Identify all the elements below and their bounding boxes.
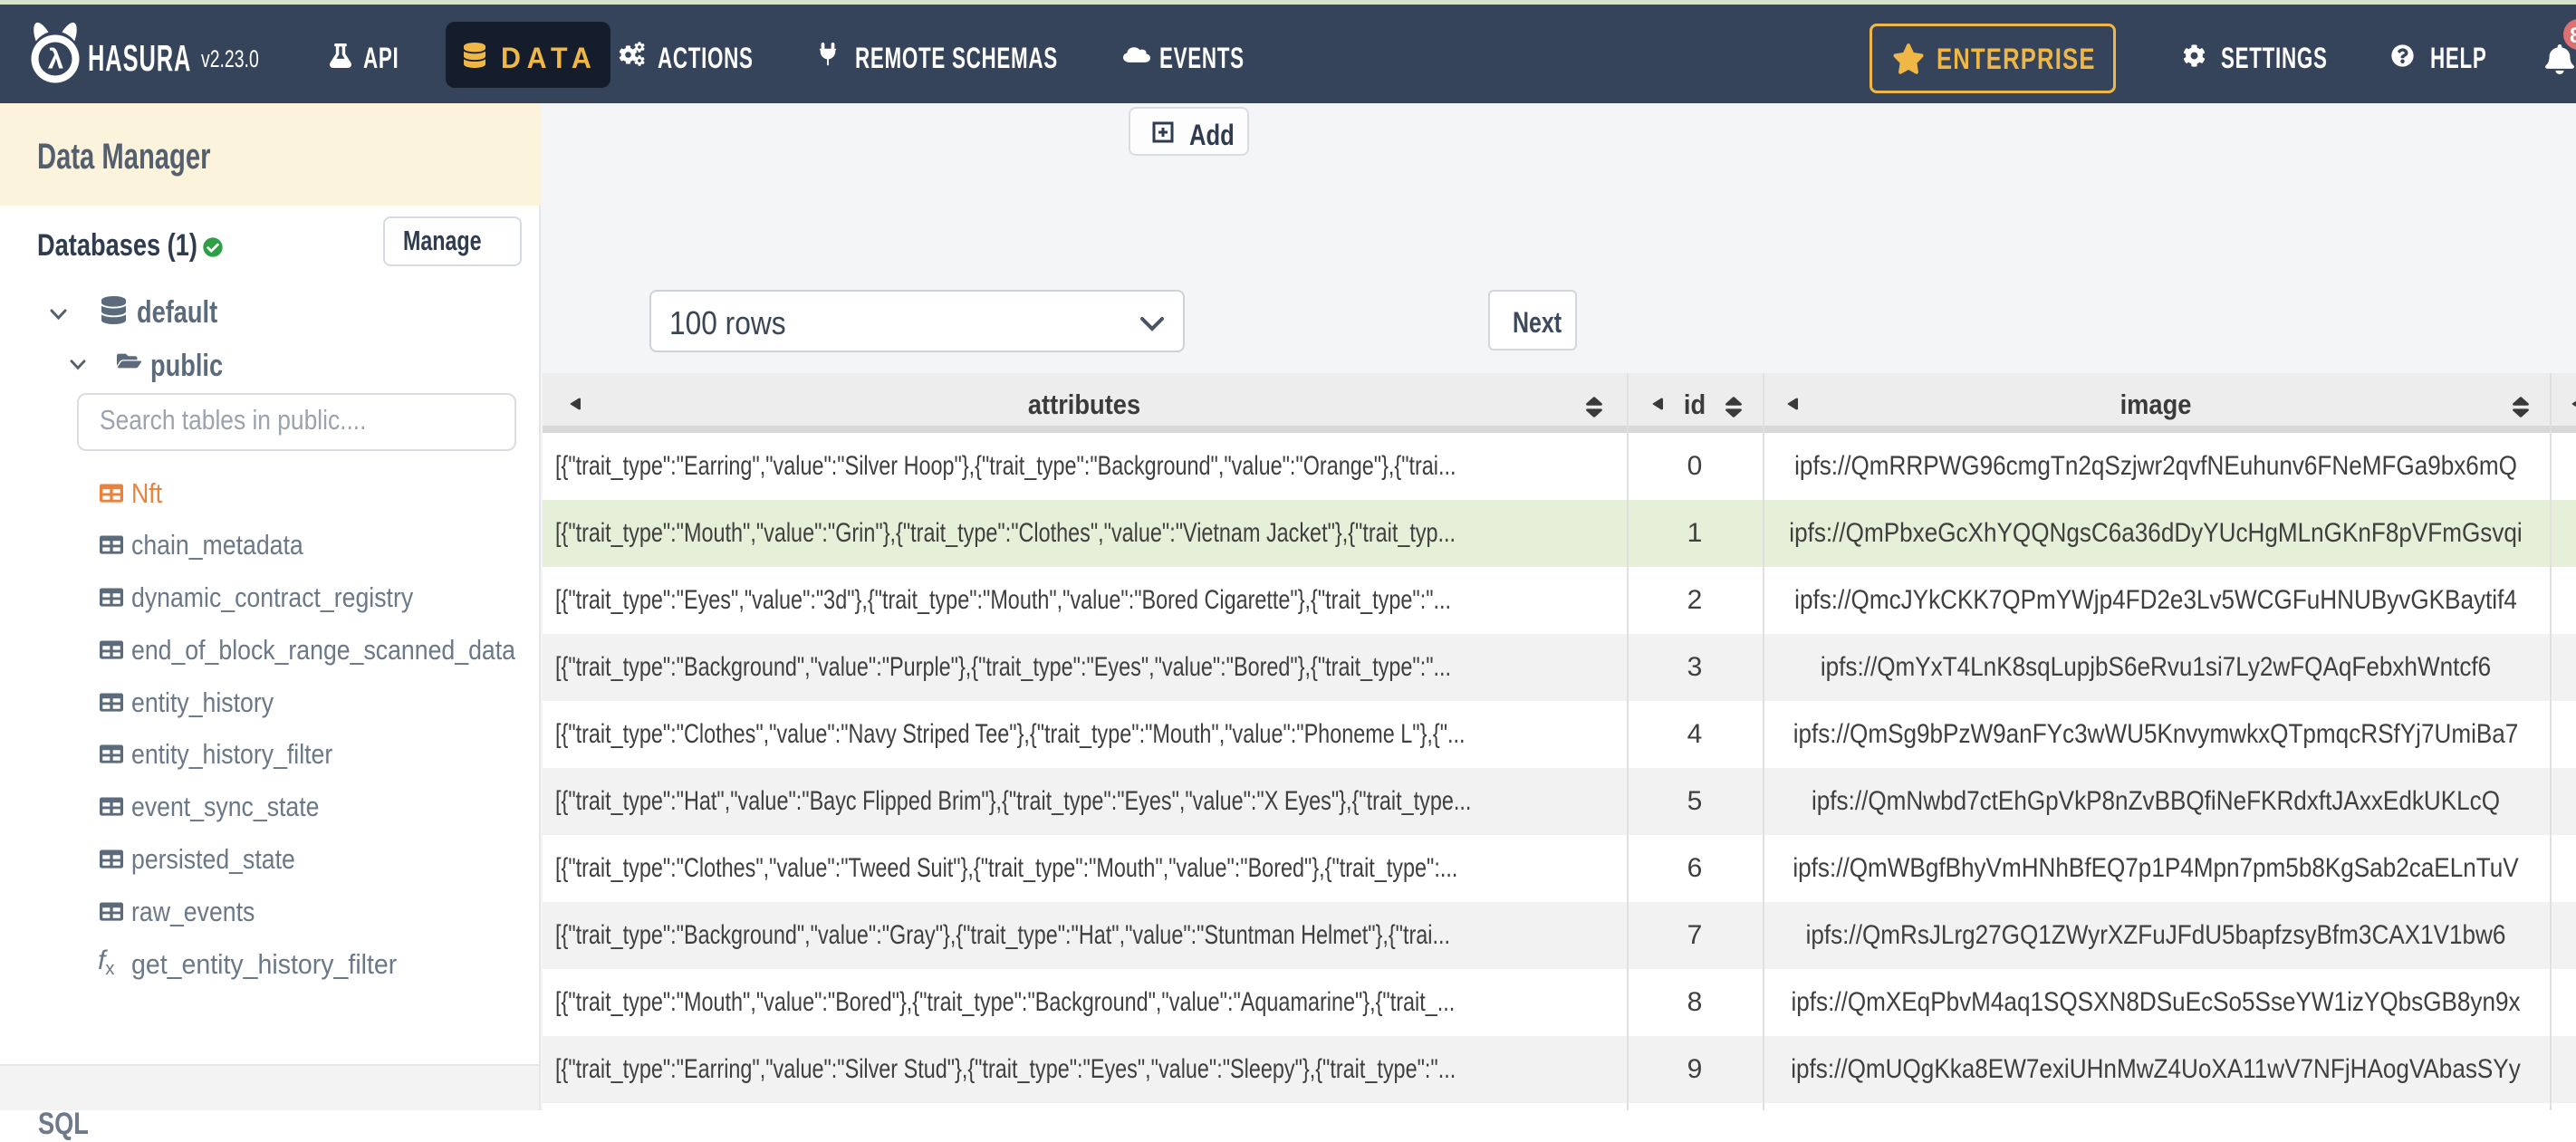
svg-text:λ: λ <box>48 43 63 75</box>
